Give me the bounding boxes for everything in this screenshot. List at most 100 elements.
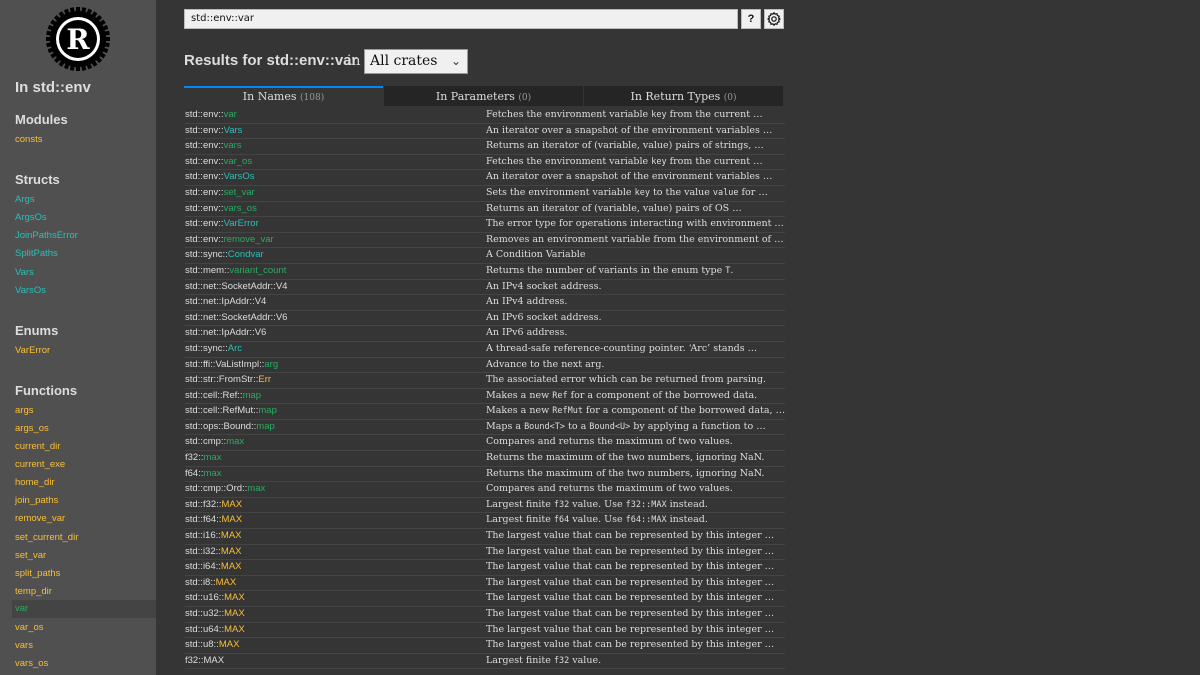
result-path[interactable]: std::env::set_var (185, 187, 255, 198)
result-row[interactable]: std::ops::Bound::map Maps a Bound<T> to a… (185, 420, 785, 436)
sidebar-heading-enums[interactable]: Enums (15, 323, 58, 338)
result-path[interactable]: std::i32::MAX (185, 546, 242, 557)
result-row[interactable]: std::cmp::Ord::max Compares and returns t… (185, 482, 785, 498)
result-path[interactable]: std::env::vars_os (185, 203, 257, 214)
sidebar-item-splitpaths[interactable]: SplitPaths (15, 248, 58, 259)
result-path[interactable]: std::env::var (185, 109, 237, 120)
help-button[interactable]: ? (741, 9, 761, 29)
result-row[interactable]: std::i8::MAX The largest value that can b… (185, 576, 785, 592)
sidebar-item-consts[interactable]: consts (15, 134, 42, 145)
sidebar-item-vars[interactable]: Vars (15, 267, 34, 278)
result-path[interactable]: std::ffi::VaListImpl::arg (185, 359, 278, 370)
result-row[interactable]: std::env::var Fetches the environment var… (185, 108, 785, 124)
result-row[interactable]: std::env::vars Returns an iterator of (va… (185, 139, 785, 155)
result-path[interactable]: std::ops::Bound::map (185, 421, 275, 432)
sidebar-item-home-dir[interactable]: home_dir (15, 477, 55, 488)
crate-title[interactable]: In std::env (15, 79, 91, 96)
result-row[interactable]: std::i16::MAX The largest value that can … (185, 529, 785, 545)
result-path[interactable]: std::env::remove_var (185, 234, 274, 245)
result-row[interactable]: std::f32::MAX Largest finite f32 value. U… (185, 498, 785, 514)
tab-in-return-types[interactable]: In Return Types (0) (584, 86, 783, 106)
result-row[interactable]: std::u16::MAX The largest value that can … (185, 591, 785, 607)
result-row[interactable]: std::f64::MAX Largest finite f64 value. U… (185, 513, 785, 530)
result-row[interactable]: std::env::VarsOs An iterator over a snaps… (185, 170, 785, 186)
result-row[interactable]: std::net::IpAddr::V4 An IPv4 address. (185, 295, 785, 311)
sidebar-item-current-exe[interactable]: current_exe (15, 459, 65, 470)
settings-button[interactable] (764, 9, 784, 29)
result-path[interactable]: std::i8::MAX (185, 577, 236, 588)
result-row[interactable]: std::env::remove_var Removes an environme… (185, 233, 785, 249)
sidebar-item-argsos[interactable]: ArgsOs (15, 212, 47, 223)
result-path[interactable]: std::u32::MAX (185, 608, 245, 619)
result-row[interactable]: f32::max Returns the maximum of the two n… (185, 451, 785, 467)
result-path[interactable]: std::net::SocketAddr::V4 (185, 281, 287, 292)
result-path[interactable]: std::mem::variant_count (185, 265, 286, 276)
sidebar-item-joinpathserror[interactable]: JoinPathsError (15, 230, 78, 241)
result-path[interactable]: std::env::VarsOs (185, 171, 255, 182)
result-path[interactable]: std::sync::Condvar (185, 249, 264, 260)
result-path[interactable]: f32::max (185, 452, 221, 463)
sidebar-item-current-dir[interactable]: current_dir (15, 441, 60, 452)
result-row[interactable]: std::i32::MAX The largest value that can … (185, 545, 785, 561)
result-path[interactable]: std::env::VarError (185, 218, 259, 229)
result-path[interactable]: std::u8::MAX (185, 639, 239, 650)
result-row[interactable]: std::u32::MAX The largest value that can … (185, 607, 785, 623)
result-path[interactable]: std::f64::MAX (185, 514, 242, 525)
sidebar-item-set-current-dir[interactable]: set_current_dir (15, 532, 78, 543)
crate-filter-select[interactable]: All crates ⌄ (364, 49, 468, 74)
result-row[interactable]: std::env::vars_os Returns an iterator of … (185, 202, 785, 218)
result-path[interactable]: std::cell::Ref::map (185, 390, 261, 401)
result-row[interactable]: std::mem::variant_count Returns the numbe… (185, 264, 785, 280)
result-row[interactable]: std::u8::MAX The largest value that can b… (185, 638, 785, 654)
search-input[interactable]: std::env::var (184, 9, 738, 29)
sidebar-item-args-os[interactable]: args_os (15, 423, 49, 434)
result-path[interactable]: std::net::SocketAddr::V6 (185, 312, 287, 323)
result-row[interactable]: std::net::SocketAddr::V4 An IPv4 socket a… (185, 280, 785, 296)
sidebar-item-set-var[interactable]: set_var (15, 550, 46, 561)
sidebar-item-join-paths[interactable]: join_paths (15, 495, 58, 506)
result-row[interactable]: std::u64::MAX The largest value that can … (185, 623, 785, 639)
result-path[interactable]: std::u16::MAX (185, 592, 245, 603)
sidebar-item-varsos[interactable]: VarsOs (15, 285, 46, 296)
result-path[interactable]: std::env::var_os (185, 156, 252, 167)
sidebar-item-vars-os[interactable]: vars_os (15, 658, 48, 669)
sidebar-item-vars[interactable]: vars (15, 640, 33, 651)
result-row[interactable]: std::env::var_os Fetches the environment … (185, 155, 785, 171)
result-path[interactable]: std::i16::MAX (185, 530, 242, 541)
result-row[interactable]: std::cell::RefMut::map Makes a new RefMut… (185, 404, 785, 420)
sidebar-heading-structs[interactable]: Structs (15, 172, 60, 187)
result-path[interactable]: std::cmp::Ord::max (185, 483, 265, 494)
result-row[interactable]: std::cell::Ref::map Makes a new Ref for a… (185, 389, 785, 405)
tab-in-names[interactable]: In Names (108) (184, 86, 383, 106)
result-path[interactable]: std::f32::MAX (185, 499, 242, 510)
result-row[interactable]: std::sync::Condvar A Condition Variable (185, 248, 785, 264)
result-path[interactable]: f64::max (185, 468, 221, 479)
result-row[interactable]: std::cmp::max Compares and returns the ma… (185, 435, 785, 452)
result-row[interactable]: std::ffi::VaListImpl::arg Advance to the … (185, 358, 785, 374)
result-path[interactable]: std::cmp::max (185, 436, 244, 447)
sidebar-heading-modules[interactable]: Modules (15, 112, 68, 127)
result-path[interactable]: std::cell::RefMut::map (185, 405, 277, 416)
sidebar-heading-functions[interactable]: Functions (15, 383, 77, 398)
result-row[interactable]: f64::max Returns the maximum of the two n… (185, 467, 785, 483)
result-path[interactable]: std::net::IpAddr::V4 (185, 296, 266, 307)
sidebar-item-remove-var[interactable]: remove_var (15, 513, 65, 524)
result-row[interactable]: std::net::IpAddr::V6 An IPv6 address. (185, 326, 785, 342)
result-path[interactable]: std::str::FromStr::Err (185, 374, 271, 385)
result-path[interactable]: std::net::IpAddr::V6 (185, 327, 266, 338)
result-path[interactable]: std::env::vars (185, 140, 242, 151)
result-path[interactable]: std::env::Vars (185, 125, 242, 136)
sidebar-item-varerror[interactable]: VarError (15, 345, 50, 356)
result-path[interactable]: std::sync::Arc (185, 343, 242, 354)
result-path[interactable]: std::u64::MAX (185, 624, 245, 635)
result-row[interactable]: std::net::SocketAddr::V6 An IPv6 socket a… (185, 311, 785, 327)
result-row[interactable]: f32::MAX Largest finite f32 value. (185, 654, 785, 670)
tab-in-parameters[interactable]: In Parameters (0) (384, 86, 583, 106)
result-row[interactable]: std::i64::MAX The largest value that can … (185, 560, 785, 576)
sidebar-item-var-os[interactable]: var_os (15, 622, 44, 633)
result-row[interactable]: std::sync::Arc A thread-safe reference-co… (185, 342, 785, 358)
result-row[interactable]: std::env::Vars An iterator over a snapsho… (185, 124, 785, 140)
result-path[interactable]: std::i64::MAX (185, 561, 242, 572)
sidebar-item-split-paths[interactable]: split_paths (15, 568, 60, 579)
sidebar-item-args[interactable]: Args (15, 194, 35, 205)
